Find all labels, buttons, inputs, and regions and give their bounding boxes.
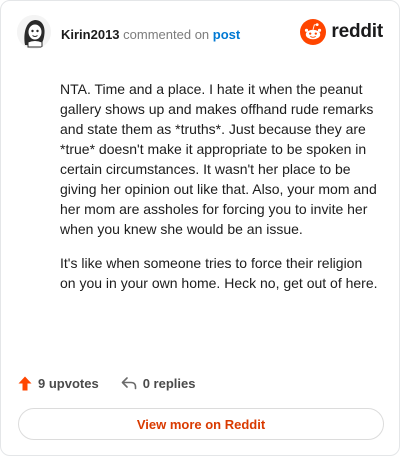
- reddit-logo-icon: [300, 19, 327, 45]
- upvote-button[interactable]: 9 upvotes: [18, 376, 99, 391]
- comment-paragraph: NTA. Time and a place. I hate it when th…: [60, 81, 377, 237]
- post-link[interactable]: post: [213, 27, 240, 42]
- comment-body: NTA. Time and a place. I hate it when th…: [60, 79, 378, 307]
- comment-card: Kirin2013 commented on post reddit NTA. …: [0, 0, 400, 456]
- reddit-logo[interactable]: reddit: [300, 18, 383, 46]
- reddit-wordmark: reddit: [331, 21, 383, 42]
- reply-count: 0 replies: [142, 375, 196, 391]
- comment-byline: Kirin2013 commented on post: [61, 27, 240, 42]
- avatar[interactable]: [17, 15, 51, 49]
- view-more-on-reddit-button[interactable]: View more on Reddit: [18, 408, 384, 440]
- username-link[interactable]: Kirin2013: [61, 27, 120, 42]
- comment-paragraph: It's like when someone tries to force th…: [60, 255, 378, 291]
- upvote-count: 9 upvotes: [38, 375, 99, 391]
- avatar-icon: [17, 15, 51, 49]
- upvote-arrow-icon: [18, 376, 32, 390]
- replies-button[interactable]: 0 replies: [121, 375, 196, 391]
- commented-on-text: commented on: [123, 27, 210, 42]
- comment-header: Kirin2013 commented on post reddit: [17, 15, 383, 55]
- reply-arrow-icon: [121, 377, 136, 390]
- comment-actions: 9 upvotes 0 replies: [18, 373, 195, 393]
